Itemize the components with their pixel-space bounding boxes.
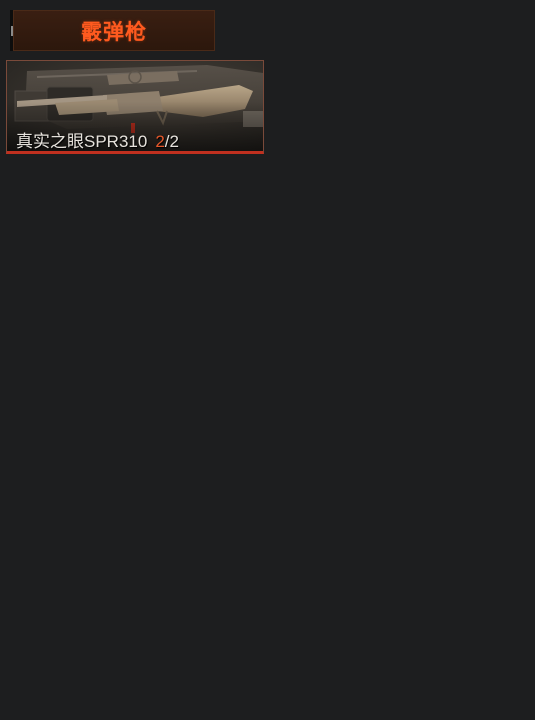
tab-marker [11,26,13,36]
category-tab-shotgun[interactable]: 霰弹枪 [10,10,215,51]
weapon-card[interactable]: 真实之眼SPR310 2/2 [6,60,264,154]
weapon-count-current: 2 [155,132,165,151]
weapon-name-row: 真实之眼SPR310 2/2 [16,127,179,151]
weapon-name: 真实之眼SPR310 [16,132,148,151]
page: 霰弹枪 真实之眼SPR310 2/2 [0,0,535,720]
category-title: 霰弹枪 [81,19,147,44]
weapon-count-total: 2 [169,132,179,151]
